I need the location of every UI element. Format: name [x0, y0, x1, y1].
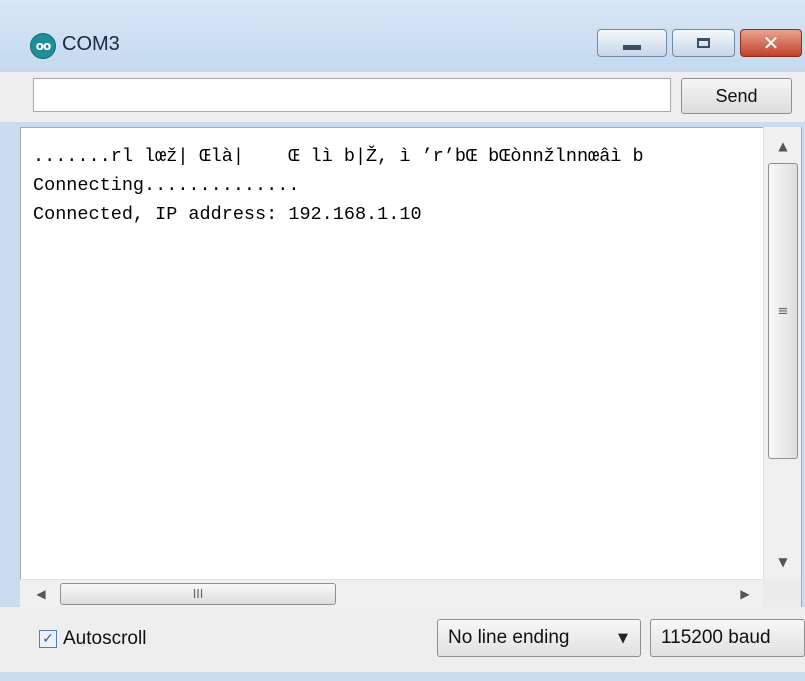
close-icon: ✕ — [762, 31, 780, 55]
send-input[interactable] — [33, 78, 671, 112]
title-bar: oo COM3 ✕ — [0, 0, 805, 72]
horizontal-scrollbar[interactable]: ◀ III ▶ — [20, 579, 763, 607]
autoscroll-checkbox[interactable]: ✓ Autoscroll — [39, 628, 146, 650]
serial-monitor-window: oo COM3 ✕ Send .......rl lœž| Œlà| Œ lì … — [0, 0, 805, 681]
vertical-scroll-thumb[interactable]: ≡ — [768, 163, 798, 459]
scroll-down-icon[interactable]: ▼ — [764, 547, 802, 577]
maximize-icon — [697, 38, 710, 48]
horizontal-scroll-thumb[interactable]: III — [60, 583, 336, 605]
baud-rate-select[interactable]: 115200 baud — [650, 619, 805, 657]
scrollbar-corner — [763, 579, 801, 607]
minimize-icon — [623, 44, 641, 50]
maximize-button[interactable] — [672, 29, 735, 57]
output-line: .......rl lœž| Œlà| Œ lì b|Ž, ì ’r’bŒ bŒ… — [33, 146, 644, 167]
checkbox-checked-icon[interactable]: ✓ — [39, 630, 57, 648]
autoscroll-label: Autoscroll — [63, 628, 147, 649]
serial-output[interactable]: .......rl lœž| Œlà| Œ lì b|Ž, ì ’r’bŒ bŒ… — [20, 127, 802, 607]
output-line: Connecting.............. — [33, 175, 300, 196]
close-button[interactable]: ✕ — [740, 29, 802, 57]
window-title: COM3 — [62, 33, 120, 55]
arduino-icon: oo — [30, 33, 56, 59]
line-ending-value: No line ending — [448, 627, 570, 648]
minimize-button[interactable] — [597, 29, 667, 57]
output-line: Connected, IP address: 192.168.1.10 — [33, 204, 422, 225]
send-button[interactable]: Send — [681, 78, 792, 114]
output-text: .......rl lœž| Œlà| Œ lì b|Ž, ì ’r’bŒ bŒ… — [33, 142, 763, 229]
vertical-scrollbar[interactable]: ▲ ≡ ▼ — [763, 127, 801, 579]
scroll-right-icon[interactable]: ▶ — [730, 580, 760, 608]
chevron-down-icon: ▼ — [618, 630, 628, 646]
scroll-left-icon[interactable]: ◀ — [26, 580, 56, 608]
baud-rate-value: 115200 baud — [661, 627, 771, 648]
line-ending-select[interactable]: No line ending ▼ — [437, 619, 641, 657]
scroll-up-icon[interactable]: ▲ — [764, 131, 802, 161]
